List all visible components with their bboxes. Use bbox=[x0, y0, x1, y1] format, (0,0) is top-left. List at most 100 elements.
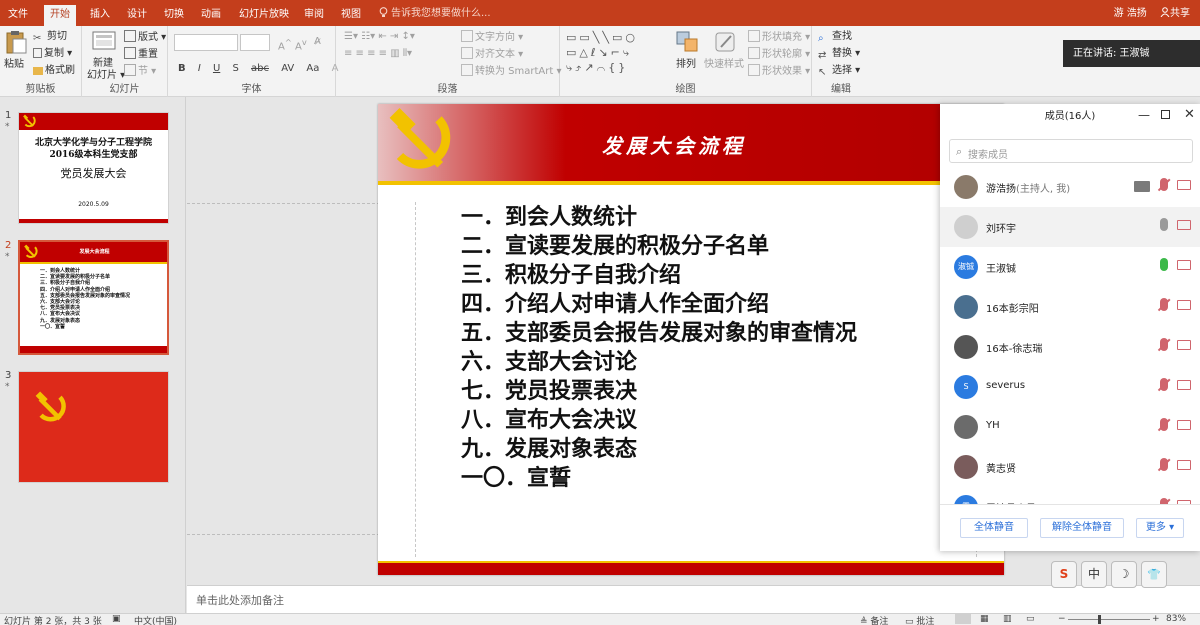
ime-moon-icon[interactable]: ☽ bbox=[1111, 561, 1137, 588]
camera-off-icon[interactable] bbox=[1177, 300, 1191, 310]
maximize-icon[interactable] bbox=[1161, 110, 1170, 119]
tell-me-box[interactable]: 告诉我您想要做什么... bbox=[379, 5, 491, 23]
tab-review[interactable]: 审阅 bbox=[302, 5, 326, 26]
change-case-button[interactable]: Aa bbox=[306, 63, 319, 74]
slideshow-view-icon[interactable]: ▭ bbox=[1026, 614, 1035, 624]
quick-styles-button[interactable]: 快速样式 bbox=[704, 30, 748, 80]
more-button[interactable]: 更多 ▾ bbox=[1136, 518, 1184, 538]
notes-pane[interactable]: 单击此处添加备注 bbox=[187, 585, 1200, 613]
agenda-item: 五．支部委员会报告发展对象的审查情况 bbox=[461, 321, 858, 346]
camera-off-icon[interactable] bbox=[1177, 340, 1191, 350]
ime-chinese-toggle[interactable]: 中 bbox=[1081, 561, 1107, 588]
slide-title[interactable]: 发展大会流程 bbox=[602, 130, 746, 159]
copy-button[interactable]: 复制 ▾ bbox=[33, 47, 72, 61]
select-button[interactable]: ↖ 选择 ▾ bbox=[818, 64, 860, 78]
language-status[interactable]: 中文(中国) bbox=[134, 614, 177, 625]
screen-share-icon[interactable] bbox=[1134, 181, 1150, 192]
new-slide-button[interactable]: 新建 幻灯片 ▾ bbox=[87, 29, 125, 81]
zoom-level[interactable]: 83% bbox=[1166, 614, 1186, 624]
normal-view-icon[interactable] bbox=[955, 614, 971, 624]
slide-thumbnail-2[interactable]: 发展大会流程 一．到会人数统计 二．宣读要发展的积极分子名单 三．积极分子自我介绍四… bbox=[18, 240, 169, 355]
member-row[interactable]: 雷雷锦昌小号 bbox=[940, 487, 1200, 504]
spellcheck-icon[interactable]: ▣ bbox=[112, 614, 121, 624]
member-row[interactable]: Sseverus bbox=[940, 367, 1200, 407]
shape-fill-button[interactable]: 形状填充 ▾ bbox=[748, 30, 810, 45]
shapes-gallery[interactable]: ▭▭╲╲▭○ ▭△ℓ↘⌐⤷ ⤷⤴↗⌒{} bbox=[566, 30, 666, 78]
member-search-field[interactable]: ⌕ 搜索成员 bbox=[949, 139, 1193, 163]
tab-home[interactable]: 开始 bbox=[44, 5, 76, 26]
align-text-button[interactable]: 对齐文本 ▾ bbox=[461, 47, 523, 62]
paste-button[interactable]: 粘贴 bbox=[2, 30, 28, 74]
member-row[interactable]: 刘环宇 bbox=[940, 207, 1200, 247]
replace-button[interactable]: ⇄ 替换 ▾ bbox=[818, 47, 860, 61]
member-row[interactable]: 淑铖 王淑铖 bbox=[940, 247, 1200, 287]
tab-design[interactable]: 设计 bbox=[125, 5, 149, 26]
format-painter-button[interactable]: 格式刷 bbox=[33, 64, 75, 78]
align-buttons[interactable]: ≡ ≡ ≡ ≡ ▥ ⫴▾ bbox=[344, 47, 412, 61]
slide-thumbnail-3[interactable] bbox=[18, 371, 169, 483]
camera-off-icon[interactable] bbox=[1177, 180, 1191, 190]
zoom-in-button[interactable]: + bbox=[1152, 614, 1160, 624]
smartart-button[interactable]: 转换为 SmartArt ▾ bbox=[461, 64, 562, 79]
notes-toggle[interactable]: ≜ 备注 bbox=[860, 614, 888, 625]
unmute-all-button[interactable]: 解除全体静音 bbox=[1040, 518, 1124, 538]
tab-animations[interactable]: 动画 bbox=[199, 5, 223, 26]
cut-button[interactable]: ✂ 剪切 bbox=[33, 30, 67, 44]
reset-button[interactable]: 重置 bbox=[124, 47, 158, 62]
member-row[interactable]: 16本彭宗阳 bbox=[940, 287, 1200, 327]
slide-agenda-list[interactable]: 一．到会人数统计 二．宣读要发展的积极分子名单 三．积极分子自我介绍 四．介绍人对申请… bbox=[461, 203, 857, 493]
zoom-slider[interactable] bbox=[1068, 619, 1150, 620]
comments-toggle[interactable]: ▭ 批注 bbox=[905, 614, 934, 625]
share-button[interactable]: 共享 bbox=[1160, 7, 1190, 19]
layout-button[interactable]: 版式 ▾ bbox=[124, 30, 166, 45]
tab-file[interactable]: 文件 bbox=[6, 5, 30, 26]
reading-view-icon[interactable]: ▥ bbox=[1003, 614, 1012, 624]
bold-button[interactable]: B bbox=[178, 63, 186, 74]
camera-off-icon[interactable] bbox=[1177, 460, 1191, 470]
find-button[interactable]: ⌕ 查找 bbox=[818, 30, 852, 44]
font-size-input[interactable] bbox=[240, 34, 270, 51]
zoom-slider-thumb[interactable] bbox=[1098, 615, 1101, 624]
font-format-buttons: B I U S abc AV Aa A bbox=[178, 63, 347, 74]
minimize-icon[interactable]: — bbox=[1138, 108, 1150, 122]
tab-insert[interactable]: 插入 bbox=[88, 5, 112, 26]
camera-off-icon[interactable] bbox=[1177, 220, 1191, 230]
microphone-icon[interactable] bbox=[1160, 258, 1168, 271]
camera-off-icon[interactable] bbox=[1177, 380, 1191, 390]
shadow-button[interactable]: S bbox=[232, 63, 238, 74]
member-row[interactable]: YH bbox=[940, 407, 1200, 447]
shape-effects-button[interactable]: 形状效果 ▾ bbox=[748, 64, 810, 79]
grow-font-button[interactable]: A^ bbox=[278, 35, 292, 54]
underline-button[interactable]: U bbox=[213, 63, 220, 74]
ime-logo-button[interactable]: S bbox=[1051, 561, 1077, 588]
close-icon[interactable]: ✕ bbox=[1184, 107, 1195, 122]
zoom-out-button[interactable]: − bbox=[1058, 614, 1066, 624]
current-slide[interactable]: 发展大会流程 一．到会人数统计 二．宣读要发展的积极分子名单 三．积极分子自我介绍四… bbox=[378, 104, 1004, 575]
italic-button[interactable]: I bbox=[198, 63, 201, 74]
member-row[interactable]: 游浩扬(主持人, 我) bbox=[940, 167, 1200, 207]
section-button[interactable]: 节 ▾ bbox=[124, 64, 156, 79]
shape-outline-button[interactable]: 形状轮廓 ▾ bbox=[748, 47, 810, 62]
sorter-view-icon[interactable]: ▦ bbox=[980, 614, 989, 624]
arrange-button[interactable]: 排列 bbox=[674, 30, 702, 80]
bullets-button[interactable]: ☰▾ ☷▾ ⇤ ⇥ ↕▾ bbox=[344, 30, 415, 44]
strikethrough-button[interactable]: abc bbox=[251, 63, 269, 74]
microphone-icon[interactable] bbox=[1160, 218, 1168, 231]
mute-all-button[interactable]: 全体静音 bbox=[960, 518, 1028, 538]
tab-view[interactable]: 视图 bbox=[339, 5, 363, 26]
camera-off-icon[interactable] bbox=[1177, 420, 1191, 430]
tab-transitions[interactable]: 切换 bbox=[162, 5, 186, 26]
member-row[interactable]: 16本-徐志瑞 bbox=[940, 327, 1200, 367]
shrink-font-button[interactable]: Av bbox=[295, 35, 307, 54]
clear-format-icon[interactable]: A̷ bbox=[314, 35, 321, 49]
member-row[interactable]: 黄志贤 bbox=[940, 447, 1200, 487]
ime-skin-icon[interactable]: 👕 bbox=[1141, 561, 1167, 588]
char-spacing-button[interactable]: AV bbox=[281, 63, 294, 74]
font-name-input[interactable] bbox=[174, 34, 238, 51]
text-direction-button[interactable]: 文字方向 ▾ bbox=[461, 30, 523, 45]
camera-off-icon[interactable] bbox=[1177, 260, 1191, 270]
user-name[interactable]: 游 浩扬 bbox=[1114, 8, 1147, 19]
tab-slideshow[interactable]: 幻灯片放映 bbox=[237, 5, 291, 26]
notes-placeholder: 单击此处添加备注 bbox=[196, 594, 284, 607]
slide-thumbnail-1[interactable]: 北京大学化学与分子工程学院 2016级本科生党支部 党员发展大会 2020.5.… bbox=[18, 112, 169, 224]
